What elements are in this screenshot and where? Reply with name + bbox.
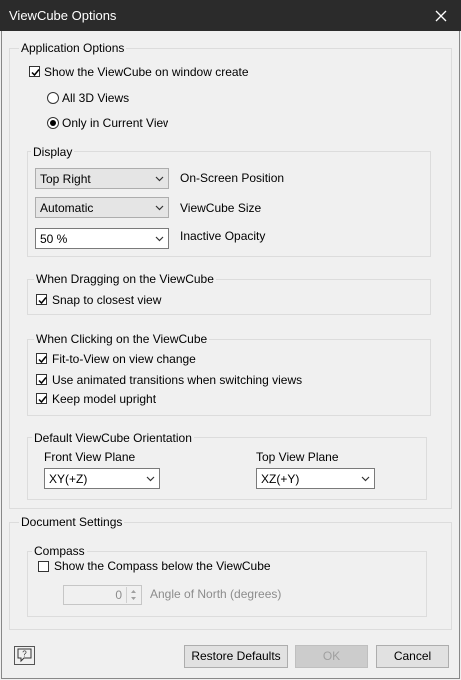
document-settings-label: Document Settings (19, 515, 125, 529)
chevron-down-icon (155, 176, 164, 182)
front-plane-label: Front View Plane (44, 450, 136, 464)
opacity-value: 50 % (40, 232, 68, 246)
angle-label: Angle of North (degrees) (150, 587, 282, 601)
fit-to-view-checkbox[interactable] (36, 353, 47, 364)
show-compass-label: Show the Compass below the ViewCube (54, 559, 271, 573)
fit-to-view-label: Fit-to-View on view change (52, 352, 196, 366)
close-icon (435, 10, 447, 21)
top-plane-value: XZ(+Y) (261, 472, 300, 486)
help-icon: ? (17, 648, 32, 663)
svg-text:?: ? (22, 650, 27, 659)
orientation-label: Default ViewCube Orientation (32, 431, 194, 445)
animated-transitions-checkbox[interactable] (36, 374, 47, 385)
show-compass-checkbox[interactable] (38, 561, 49, 572)
compass-label: Compass (32, 544, 87, 558)
front-plane-value: XY(+Z) (49, 472, 88, 486)
position-dropdown[interactable]: Top Right (35, 168, 169, 189)
only-current-view-radio[interactable] (47, 117, 59, 129)
show-viewcube-checkbox[interactable] (29, 66, 40, 77)
help-button[interactable]: ? (14, 646, 35, 665)
keep-upright-label: Keep model upright (52, 392, 157, 406)
position-label: On-Screen Position (180, 171, 285, 185)
spinner-down-icon[interactable] (127, 595, 140, 603)
window-title: ViewCube Options (9, 8, 117, 23)
only-current-view-label: Only in Current View (62, 116, 168, 130)
snap-label: Snap to closest view (52, 293, 162, 307)
spinner-up-icon[interactable] (127, 587, 140, 595)
chevron-down-icon (146, 476, 155, 482)
snap-checkbox[interactable] (36, 294, 47, 305)
clicking-label: When Clicking on the ViewCube (34, 332, 210, 346)
dragging-label: When Dragging on the ViewCube (34, 272, 216, 286)
display-label: Display (31, 145, 75, 159)
ok-button[interactable]: OK (295, 645, 368, 668)
chevron-down-icon (155, 236, 164, 242)
top-plane-label: Top View Plane (256, 450, 339, 464)
restore-defaults-button[interactable]: Restore Defaults (184, 645, 288, 668)
opacity-dropdown[interactable]: 50 % (35, 228, 169, 249)
show-viewcube-label: Show the ViewCube on window create (44, 65, 249, 79)
opacity-label: Inactive Opacity (180, 229, 266, 243)
angle-spinner[interactable]: 0 (63, 585, 142, 605)
keep-upright-checkbox[interactable] (36, 393, 47, 404)
chevron-down-icon (155, 205, 164, 211)
size-label: ViewCube Size (180, 201, 262, 215)
application-options-label: Application Options (19, 41, 127, 55)
front-plane-dropdown[interactable]: XY(+Z) (44, 468, 160, 489)
all-3d-views-label: All 3D Views (62, 91, 130, 105)
close-button[interactable] (421, 0, 461, 31)
size-dropdown[interactable]: Automatic (35, 197, 169, 218)
chevron-down-icon (361, 476, 370, 482)
cancel-button[interactable]: Cancel (376, 645, 449, 668)
animated-transitions-label: Use animated transitions when switching … (52, 373, 303, 387)
angle-value: 0 (115, 588, 122, 602)
title-bar: ViewCube Options (0, 0, 461, 31)
all-3d-views-radio[interactable] (47, 92, 59, 104)
size-value: Automatic (40, 201, 94, 215)
top-plane-dropdown[interactable]: XZ(+Y) (256, 468, 375, 489)
spinner-buttons[interactable] (126, 587, 140, 603)
position-value: Top Right (40, 172, 91, 186)
